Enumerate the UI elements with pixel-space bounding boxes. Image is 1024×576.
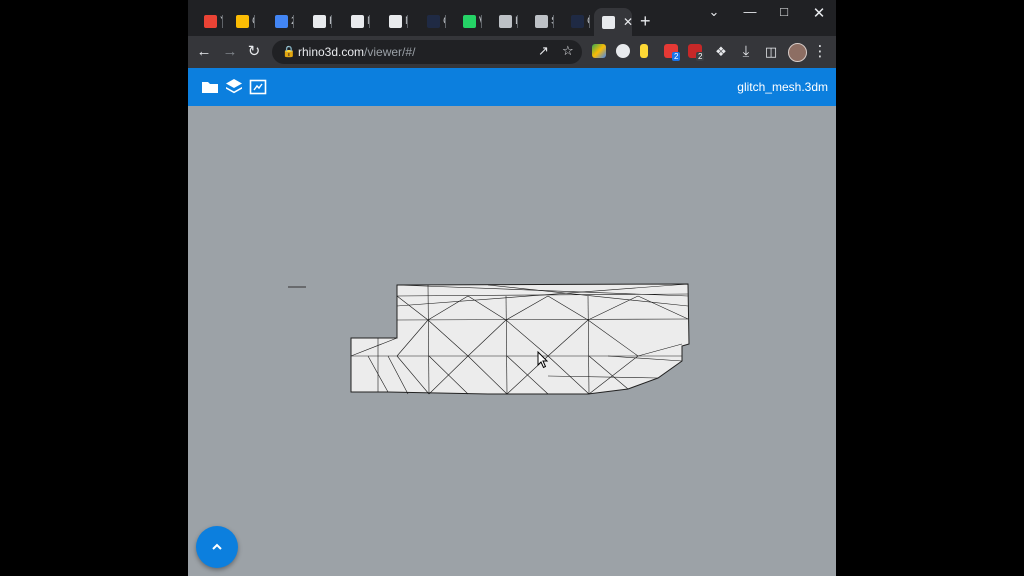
docs-icon (275, 14, 288, 28)
bookmark-star-icon[interactable]: ☆ (562, 43, 574, 59)
clockify-icon (313, 14, 326, 28)
tab-title: Yo (220, 15, 223, 27)
clockify-icon (351, 14, 364, 28)
tab-strip: Yo O 2( Pr N M C W Li S C ✕ + ⌄ — □ ✕ (188, 0, 836, 36)
browser-tab[interactable]: O (228, 10, 255, 32)
tab-title: O (252, 15, 255, 27)
tab-title: C (587, 15, 590, 27)
rhino-icon (499, 14, 512, 28)
browser-tab[interactable]: ✕ (594, 8, 633, 36)
highlighter-extension-icon[interactable] (640, 44, 648, 58)
browser-tab[interactable]: M (381, 10, 408, 32)
tab-title: W (479, 15, 482, 27)
extension-badge: 2 (696, 52, 705, 61)
tab-title: S (551, 15, 554, 27)
circle-icon (571, 14, 584, 28)
close-window-icon[interactable]: ✕ (809, 4, 829, 22)
gmail-icon (204, 14, 217, 28)
browser-window: Yo O 2( Pr N M C W Li S C ✕ + ⌄ — □ ✕ ← → ↻ 🔒 rhino… (188, 0, 836, 576)
zoom-extents-icon[interactable] (249, 78, 267, 96)
browser-tab[interactable]: Pr (305, 10, 332, 32)
url-text: rhino3d.com/viewer/#/ (298, 45, 416, 59)
browser-tab[interactable]: S (527, 10, 554, 32)
clockify-extension-icon[interactable] (616, 44, 630, 58)
reload-icon[interactable]: ↻ (244, 42, 264, 62)
minimize-icon[interactable]: — (740, 4, 760, 19)
tab-title: Pr (329, 15, 332, 27)
tab-title: C (443, 15, 446, 27)
menu-kebab-icon[interactable]: ⋮ (810, 42, 830, 62)
tab-title: Li (515, 15, 518, 27)
tab-search-icon[interactable]: ⌄ (704, 4, 724, 20)
calendar-icon (236, 14, 249, 28)
mesh-model (288, 283, 690, 395)
browser-toolbar: ← → ↻ 🔒 rhino3d.com/viewer/#/ ↗ ☆ 2 2 ❖ … (188, 36, 836, 68)
chevron-up-icon (212, 543, 222, 550)
viewer-header: glitch_mesh.3dm (188, 68, 836, 106)
rhino-icon (602, 15, 615, 29)
scroll-up-button[interactable] (196, 526, 238, 568)
browser-tab[interactable]: W (455, 10, 482, 32)
mouse-cursor-icon (537, 351, 549, 369)
lock-icon: 🔒 (282, 46, 296, 58)
profile-avatar[interactable] (788, 43, 807, 62)
circle-icon (427, 14, 440, 28)
close-tab-icon[interactable]: ✕ (623, 15, 633, 29)
tab-title: N (367, 15, 370, 27)
maximize-icon[interactable]: □ (774, 4, 794, 19)
extension-badge: 2 (672, 52, 681, 61)
browser-tab[interactable]: C (563, 10, 590, 32)
rhino-icon (535, 14, 548, 28)
open-folder-icon[interactable] (201, 78, 219, 96)
whatsapp-icon (463, 14, 476, 28)
browser-tab[interactable]: Yo (196, 10, 223, 32)
browser-tab[interactable]: Li (491, 10, 518, 32)
browser-tab[interactable]: 2( (267, 10, 294, 32)
download-icon[interactable]: ⤓ (736, 42, 756, 62)
clockify-icon (389, 14, 402, 28)
address-bar[interactable]: 🔒 rhino3d.com/viewer/#/ ↗ ☆ (272, 40, 582, 64)
3d-viewport[interactable] (188, 106, 836, 576)
file-name: glitch_mesh.3dm (737, 80, 828, 94)
share-icon[interactable]: ↗ (538, 43, 549, 59)
drive-extension-icon[interactable] (592, 44, 606, 58)
new-tab-button[interactable]: + (640, 12, 651, 30)
back-icon[interactable]: ← (194, 42, 214, 62)
layers-icon[interactable] (225, 78, 243, 96)
browser-tab[interactable]: N (343, 10, 370, 32)
forward-icon[interactable]: → (220, 42, 240, 62)
tab-title: M (405, 15, 408, 27)
extensions-puzzle-icon[interactable]: ❖ (711, 42, 731, 62)
tab-title: 2( (291, 15, 294, 27)
side-panel-icon[interactable]: ◫ (761, 42, 781, 62)
browser-tab[interactable]: C (419, 10, 446, 32)
